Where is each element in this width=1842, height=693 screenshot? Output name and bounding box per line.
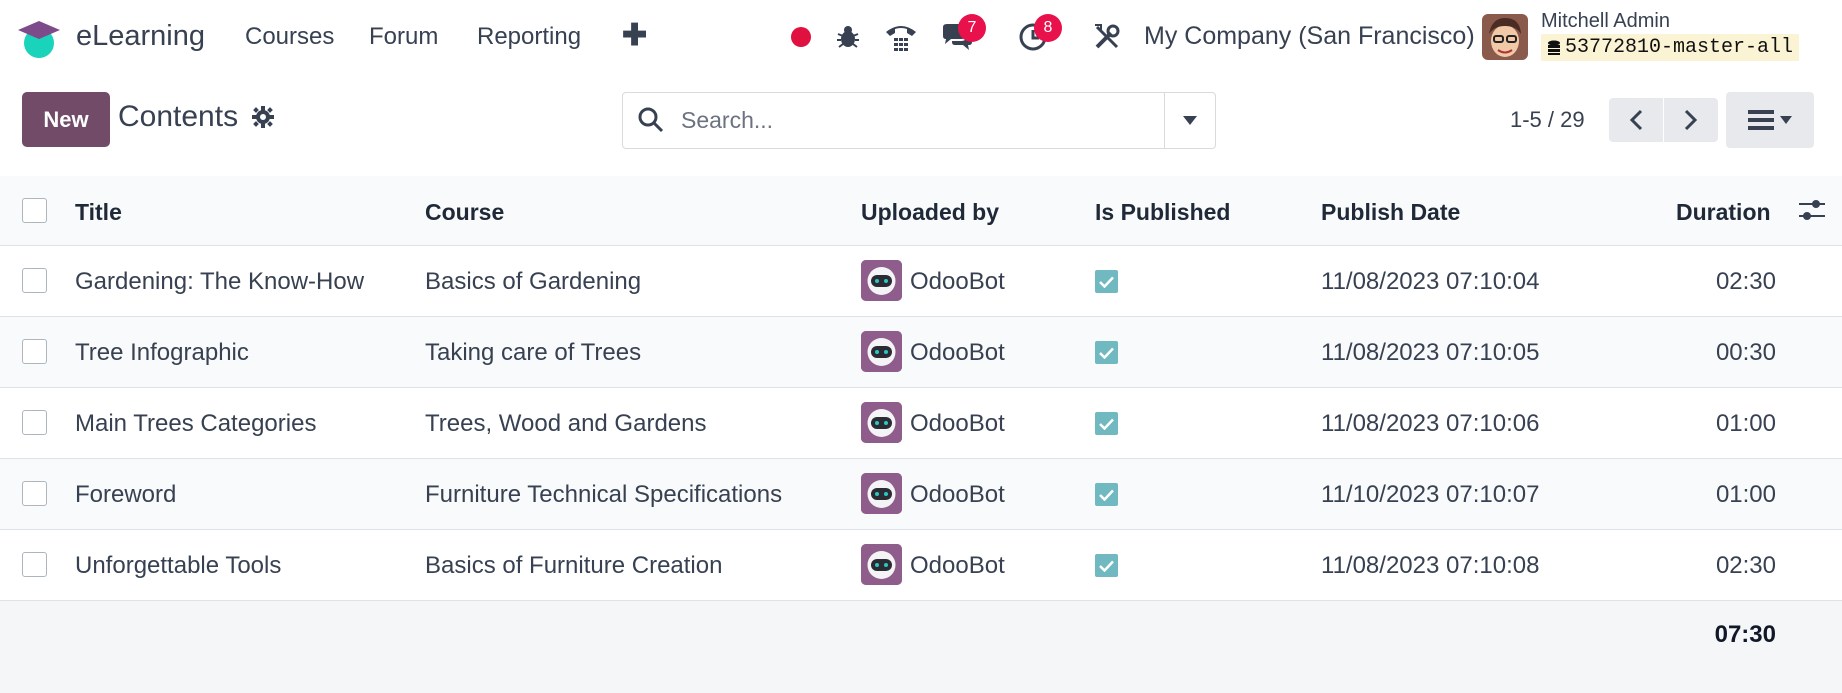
column-header-uploaded-by[interactable]: Uploaded by <box>861 199 999 226</box>
user-name[interactable]: Mitchell Admin <box>1541 10 1670 33</box>
row-select-checkbox[interactable] <box>22 481 47 506</box>
odoobot-avatar <box>861 544 902 585</box>
row-select-checkbox[interactable] <box>22 552 47 577</box>
cell-duration: 02:30 <box>1715 552 1776 579</box>
check-icon <box>1099 560 1114 572</box>
page-title: Contents <box>118 100 239 133</box>
published-checkbox[interactable] <box>1095 412 1118 435</box>
chevron-right-icon <box>1684 109 1698 131</box>
cell-course: Basics of Furniture Creation <box>425 552 723 579</box>
activities-badge: 8 <box>1034 14 1062 42</box>
bug-icon[interactable] <box>831 20 865 54</box>
row-select-checkbox[interactable] <box>22 410 47 435</box>
cell-publish-date: 11/08/2023 07:10:08 <box>1321 552 1540 579</box>
published-checkbox[interactable] <box>1095 483 1118 506</box>
check-icon <box>1099 347 1114 359</box>
published-checkbox[interactable] <box>1095 554 1118 577</box>
menu-forum[interactable]: Forum <box>369 23 438 51</box>
check-icon <box>1099 418 1114 430</box>
table-row[interactable]: Main Trees Categories Trees, Wood and Gar… <box>0 388 1842 459</box>
gear-icon[interactable] <box>252 106 274 128</box>
cell-uploaded-by: OdooBot <box>910 410 1005 437</box>
odoobot-avatar <box>861 402 902 443</box>
odoobot-avatar <box>861 260 902 301</box>
cell-course: Furniture Technical Specifications <box>425 481 783 508</box>
cell-course: Basics of Gardening <box>425 268 642 295</box>
cell-title: Main Trees Categories <box>75 410 317 437</box>
cell-course: Taking care of Trees <box>425 339 642 366</box>
messages-icon[interactable]: 7 <box>940 14 986 54</box>
activity-clock-icon[interactable]: 8 <box>1016 14 1062 54</box>
new-button[interactable]: New <box>22 92 110 147</box>
cell-title: Foreword <box>75 481 177 508</box>
published-checkbox[interactable] <box>1095 270 1118 293</box>
total-duration: 07:30 <box>1714 621 1776 648</box>
view-switcher-button[interactable] <box>1726 92 1814 148</box>
cell-duration: 00:30 <box>1715 339 1776 366</box>
cell-uploaded-by: OdooBot <box>910 481 1005 508</box>
table-row[interactable]: Unforgettable Tools Basics of Furniture C… <box>0 530 1842 601</box>
cell-duration: 01:00 <box>1715 481 1776 508</box>
search-icon <box>638 107 664 133</box>
company-switcher[interactable]: My Company (San Francisco) <box>1144 22 1475 51</box>
cell-publish-date: 11/10/2023 07:10:07 <box>1321 481 1540 508</box>
chevron-left-icon <box>1629 109 1643 131</box>
menu-reporting[interactable]: Reporting <box>477 23 581 51</box>
column-header-publish-date[interactable]: Publish Date <box>1321 199 1460 226</box>
cell-uploaded-by: OdooBot <box>910 339 1005 366</box>
cell-publish-date: 11/08/2023 07:10:05 <box>1321 339 1540 366</box>
column-header-is-published[interactable]: Is Published <box>1095 199 1230 226</box>
column-header-course[interactable]: Course <box>425 199 504 226</box>
cell-publish-date: 11/08/2023 07:10:04 <box>1321 268 1540 295</box>
row-select-checkbox[interactable] <box>22 268 47 293</box>
control-panel: New Contents 1-5 / 29 <box>0 74 1842 177</box>
cell-uploaded-by: OdooBot <box>910 268 1005 295</box>
top-navbar: eLearning Courses Forum Reporting ✚ 7 8 … <box>0 0 1842 74</box>
cell-course: Trees, Wood and Gardens <box>425 410 707 437</box>
database-badge: 53772810-master-all <box>1541 34 1800 61</box>
row-select-checkbox[interactable] <box>22 339 47 364</box>
search-options-toggle[interactable] <box>1164 93 1215 148</box>
search-input[interactable] <box>679 106 1133 135</box>
add-menu-icon[interactable]: ✚ <box>622 18 647 53</box>
cell-publish-date: 11/08/2023 07:10:06 <box>1321 410 1540 437</box>
table-footer: 07:30 <box>0 601 1842 693</box>
odoobot-avatar <box>861 331 902 372</box>
phone-icon[interactable] <box>884 20 918 54</box>
user-avatar[interactable] <box>1482 14 1528 60</box>
caret-down-icon <box>1183 116 1197 125</box>
app-name[interactable]: eLearning <box>76 20 205 53</box>
published-checkbox[interactable] <box>1095 341 1118 364</box>
cell-duration: 01:00 <box>1715 410 1776 437</box>
table-row[interactable]: Tree Infographic Taking care of Trees Odoo… <box>0 317 1842 388</box>
database-name: 53772810-master-all <box>1565 36 1794 59</box>
table-row[interactable]: Foreword Furniture Technical Specificatio… <box>0 459 1842 530</box>
column-header-duration[interactable]: Duration <box>1676 199 1771 226</box>
cell-duration: 02:30 <box>1715 268 1776 295</box>
pager-next-button[interactable] <box>1664 98 1718 142</box>
odoobot-avatar <box>861 473 902 514</box>
table-header: Title Course Uploaded by Is Published Pu… <box>0 176 1842 246</box>
search-bar <box>622 92 1216 149</box>
list-view-icon <box>1748 110 1774 130</box>
database-icon <box>1548 40 1560 55</box>
messages-badge: 7 <box>958 14 986 42</box>
cell-title: Gardening: The Know-How <box>75 268 365 295</box>
pager-value[interactable]: 1-5 / 29 <box>1510 107 1585 133</box>
select-all-checkbox[interactable] <box>22 198 47 223</box>
check-icon <box>1099 276 1114 288</box>
record-icon[interactable] <box>784 20 818 54</box>
table-row[interactable]: Gardening: The Know-How Basics of Gardeni… <box>0 246 1842 317</box>
menu-courses[interactable]: Courses <box>245 23 334 51</box>
elearning-logo-icon[interactable] <box>16 18 62 58</box>
cell-title: Tree Infographic <box>75 339 249 366</box>
pager-previous-button[interactable] <box>1609 98 1663 142</box>
caret-down-icon <box>1780 116 1792 124</box>
check-icon <box>1099 489 1114 501</box>
optional-columns-icon[interactable] <box>1799 198 1825 222</box>
cell-title: Unforgettable Tools <box>75 552 282 579</box>
settings-tools-icon[interactable] <box>1090 20 1124 54</box>
cell-uploaded-by: OdooBot <box>910 552 1005 579</box>
column-header-title[interactable]: Title <box>75 199 122 226</box>
